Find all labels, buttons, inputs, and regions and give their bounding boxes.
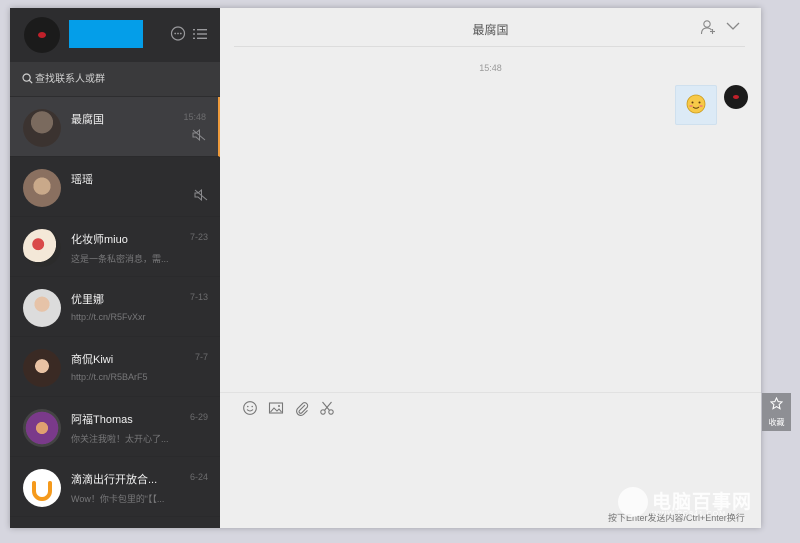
conversation-item[interactable]: 最腐国 15:48	[10, 97, 220, 157]
conversation-item[interactable]: 滴滴出行开放合... 6-24 Wow！你卡包里的“【【...	[10, 457, 220, 517]
conversation-item[interactable]: 瑶瑶	[10, 157, 220, 217]
contact-name: 滴滴出行开放合...	[71, 474, 158, 486]
contact-time: 7-7	[194, 352, 208, 362]
message-preview: http://t.cn/R5FvXxr	[71, 312, 146, 322]
conversation-item[interactable]: 阿福Thomas 6-29 你关注我啦！太开心了...	[10, 397, 220, 457]
contact-time: 7-13	[189, 292, 208, 302]
message-timestamp: 15:48	[479, 63, 502, 73]
image-icon[interactable]	[268, 400, 284, 416]
conversation-item[interactable]: 商侃Kiwi 7-7 http://t.cn/R5BArF5	[10, 337, 220, 397]
conversation-item[interactable]: 优里娜 7-13 http://t.cn/R5FvXxr	[10, 277, 220, 337]
favorite-button[interactable]: 收藏	[762, 393, 791, 431]
contact-name: 优里娜	[71, 294, 104, 306]
message-preview: 你关注我啦！太开心了...	[71, 434, 169, 444]
contact-name: 阿福Thomas	[71, 414, 133, 426]
smile-blush-emoji-icon	[686, 94, 706, 114]
scissors-icon[interactable]	[319, 400, 335, 416]
composer-divider	[220, 392, 761, 393]
message-bubble[interactable]	[675, 85, 717, 125]
emoji-icon[interactable]	[242, 400, 258, 416]
watermark-sub: WWW.PC841.COM	[652, 511, 727, 518]
message-preview: 这是一条私密消息，需...	[71, 254, 169, 264]
message-preview: http://t.cn/R5BArF5	[71, 372, 148, 382]
message-preview: Wow！你卡包里的“【【...	[71, 494, 165, 504]
mute-icon	[192, 129, 206, 141]
chat-bubble-icon[interactable]	[170, 26, 186, 42]
contact-name: 化妆师miuo	[71, 234, 128, 246]
contact-name: 最腐国	[71, 114, 104, 126]
sidebar: 最腐国 15:48 瑶瑶 化妆师miuo 7-23	[10, 8, 220, 528]
menu-list-icon[interactable]	[192, 26, 208, 42]
profile-header	[10, 8, 220, 60]
contact-time: 6-24	[189, 472, 208, 482]
conversation-item[interactable]: 化妆师miuo 7-23 这是一条私密消息，需...	[10, 217, 220, 277]
search-icon	[22, 73, 33, 84]
user-avatar[interactable]	[24, 17, 60, 53]
chat-title: 最腐国	[472, 23, 509, 37]
favorite-label: 收藏	[768, 418, 785, 427]
search-bar	[10, 62, 220, 96]
mute-icon	[194, 189, 208, 201]
didi-logo-icon	[32, 481, 52, 501]
contact-avatar	[23, 109, 61, 147]
contact-avatar	[23, 169, 61, 207]
contact-name: 瑶瑶	[71, 174, 93, 186]
contact-avatar	[23, 349, 61, 387]
user-name-block	[69, 20, 143, 48]
sender-avatar[interactable]	[724, 85, 748, 109]
contact-time: 6-29	[189, 412, 208, 422]
contact-avatar	[23, 229, 61, 267]
watermark-logo	[618, 487, 648, 517]
attachment-icon[interactable]	[294, 400, 310, 416]
watermark-title: 电脑百事网	[652, 492, 753, 513]
watermark: 电脑百事网 WWW.PC841.COM	[618, 484, 793, 524]
conversation-list: 最腐国 15:48 瑶瑶 化妆师miuo 7-23 这是一条私密消息，需... …	[10, 97, 220, 517]
chat-window: 最腐国 15:48 瑶瑶 化妆师miuo 7-23	[10, 8, 761, 528]
contact-name: 商侃Kiwi	[71, 354, 114, 366]
header-divider	[234, 46, 745, 47]
contact-avatar	[23, 409, 61, 447]
chat-panel: 最腐国 15:48 按下Enter发送内容/Ctrl+Enter换行	[220, 8, 761, 528]
chevron-down-icon[interactable]	[726, 21, 740, 31]
star-icon	[770, 397, 783, 410]
contact-time: 7-23	[189, 232, 208, 242]
contact-avatar	[23, 289, 61, 327]
contact-avatar	[23, 469, 61, 507]
contact-time: 15:48	[183, 112, 206, 122]
add-member-icon[interactable]	[700, 19, 716, 35]
search-input[interactable]	[35, 70, 205, 88]
